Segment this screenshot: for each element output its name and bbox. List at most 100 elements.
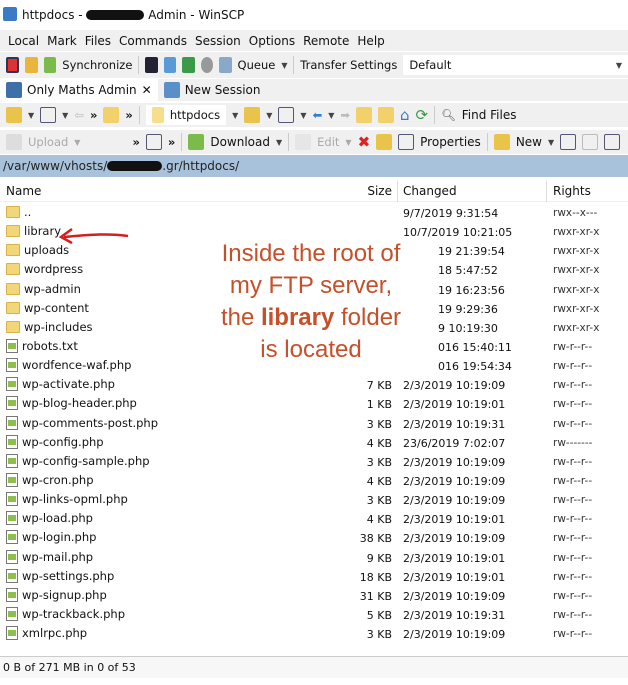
menu-help[interactable]: Help (357, 34, 384, 48)
file-size: 3 KB (366, 417, 392, 431)
new-session-icon (163, 82, 180, 98)
overflow-icon[interactable]: » (168, 135, 175, 149)
menu-mark[interactable]: Mark (47, 34, 77, 48)
chevron-down-icon[interactable]: ▼ (28, 111, 34, 120)
menu-session[interactable]: Session (195, 34, 241, 48)
overflow-icon[interactable]: » (132, 135, 139, 149)
column-size[interactable]: Size (367, 184, 392, 198)
monitor-icon (6, 82, 22, 98)
column-rights[interactable]: Rights (553, 184, 591, 198)
open-folder-icon[interactable] (6, 107, 22, 123)
transfer-settings-select[interactable]: Default ▼ (403, 55, 628, 75)
synchronize-icon[interactable] (43, 57, 57, 73)
upload-button[interactable]: Upload (28, 135, 68, 149)
file-icon (6, 415, 18, 430)
menu-remote[interactable]: Remote (303, 34, 349, 48)
file-size: 3 KB (366, 628, 392, 642)
chevron-down-icon[interactable]: ▼ (328, 111, 334, 120)
file-row[interactable]: wp-activate.php 7 KB 2/3/2019 10:19:09 r… (0, 377, 628, 396)
file-row[interactable]: wp-login.php 38 KB 2/3/2019 10:19:09 rw-… (0, 530, 628, 549)
synchronize-button[interactable]: Synchronize (62, 58, 132, 72)
tab-new-session[interactable]: New Session (158, 79, 267, 101)
chevron-down-icon[interactable]: ▼ (345, 138, 351, 147)
menu-local[interactable]: Local (8, 34, 39, 48)
forward-icon[interactable]: ➡ (340, 108, 350, 122)
chevron-down-icon[interactable]: ▼ (266, 111, 272, 120)
file-row[interactable]: wp-load.php 4 KB 2/3/2019 10:19:01 rw-r-… (0, 511, 628, 530)
filter-icon[interactable] (604, 134, 621, 150)
delete-icon[interactable]: ✖ (358, 133, 371, 151)
synchronize-browse-icon[interactable] (25, 57, 38, 73)
plus-icon[interactable] (145, 134, 162, 150)
close-icon[interactable]: ✕ (142, 83, 152, 97)
file-rights: rwxr-xr-x (553, 245, 600, 258)
file-row[interactable]: wp-links-opml.php 3 KB 2/3/2019 10:19:09… (0, 492, 628, 511)
menu-commands[interactable]: Commands (119, 34, 187, 48)
file-row[interactable]: wp-cron.php 4 KB 2/3/2019 10:19:09 rw-r-… (0, 472, 628, 492)
file-name: xmlrpc.php (22, 626, 88, 641)
overflow-icon[interactable]: » (125, 108, 132, 122)
file-row[interactable]: wp-settings.php 18 KB 2/3/2019 10:19:01 … (0, 568, 628, 588)
find-files-button[interactable]: Find Files (462, 108, 517, 122)
parent-dir-icon[interactable] (356, 107, 372, 123)
chevron-down-icon[interactable]: ▼ (548, 138, 554, 147)
column-name[interactable]: Name (6, 184, 41, 198)
file-row[interactable]: wp-signup.php 31 KB 2/3/2019 10:19:09 rw… (0, 587, 628, 607)
file-row[interactable]: wp-blog-header.php 1 KB 2/3/2019 10:19:0… (0, 396, 628, 415)
file-row[interactable]: wp-mail.php 9 KB 2/3/2019 10:19:01 rw-r-… (0, 549, 628, 569)
file-row[interactable]: xmlrpc.php 3 KB 2/3/2019 10:19:09 rw-r--… (0, 626, 628, 645)
console-icon[interactable] (145, 57, 158, 73)
chevron-down-icon[interactable]: ▼ (276, 138, 282, 147)
menu-options[interactable]: Options (249, 34, 295, 48)
filter-icon[interactable] (40, 107, 57, 123)
file-name-cell: wp-includes (6, 320, 93, 334)
remote-path-bar[interactable]: /var/www/vhosts/ .gr/httpdocs/ (0, 155, 628, 177)
rename-icon[interactable] (376, 134, 393, 150)
tab-only-maths-admin[interactable]: Only Maths Admin ✕ (0, 79, 158, 101)
file-name-cell: xmlrpc.php (6, 626, 88, 641)
gear-icon[interactable] (200, 57, 214, 73)
overflow-icon[interactable]: » (90, 108, 97, 122)
file-rights: rwxr-xr-x (553, 226, 600, 239)
file-row[interactable]: wp-config-sample.php 3 KB 2/3/2019 10:19… (0, 453, 628, 473)
refresh-icon[interactable] (182, 57, 195, 73)
parent-dir-icon[interactable] (103, 107, 120, 123)
file-row[interactable]: wp-trackback.php 5 KB 2/3/2019 10:19:31 … (0, 606, 628, 626)
file-row[interactable]: wp-comments-post.php 3 KB 2/3/2019 10:19… (0, 415, 628, 435)
new-button[interactable]: New (516, 135, 542, 149)
plus-icon[interactable] (560, 134, 577, 150)
chevron-down-icon[interactable]: ▼ (281, 61, 287, 70)
separator (293, 56, 295, 74)
main-toolbar: Synchronize Queue ▼ Transfer Settings Def… (0, 52, 628, 78)
edit-button[interactable]: Edit (317, 135, 339, 149)
root-dir-icon[interactable] (378, 107, 394, 123)
chevron-down-icon[interactable]: ▼ (62, 111, 68, 120)
back-icon[interactable]: ⇦ (74, 108, 84, 122)
upload-icon (6, 134, 22, 150)
file-size: 31 KB (359, 589, 392, 603)
compare-icon[interactable] (6, 57, 20, 73)
download-button[interactable]: Download (210, 135, 270, 149)
queue-icon (219, 57, 232, 73)
column-changed[interactable]: Changed (403, 184, 457, 198)
file-row[interactable]: .. 9/7/2019 9:31:54 rwx--x--- (0, 205, 628, 224)
title-bar: httpdocs - Admin - WinSCP (0, 0, 628, 30)
refresh-icon[interactable]: ⟳ (416, 106, 429, 124)
file-row[interactable]: wp-config.php 4 KB 23/6/2019 7:02:07 rw-… (0, 434, 628, 454)
back-icon[interactable]: ⬅ (313, 108, 323, 122)
minus-icon[interactable] (582, 134, 599, 150)
chevron-down-icon[interactable]: ▼ (232, 111, 238, 120)
putty-icon[interactable] (163, 57, 177, 73)
file-name: wp-content (24, 300, 89, 315)
open-folder-icon[interactable] (244, 107, 261, 123)
home-icon[interactable]: ⌂ (400, 106, 410, 124)
remote-folder-select[interactable]: httpdocs (145, 105, 227, 125)
properties-button[interactable]: Properties (420, 135, 481, 149)
menu-files[interactable]: Files (85, 34, 111, 48)
annotation-text-part: folder (334, 304, 402, 331)
filter-icon[interactable] (278, 107, 295, 123)
file-rights: rw-r--r-- (553, 513, 593, 526)
queue-button[interactable]: Queue (238, 58, 276, 72)
chevron-down-icon[interactable]: ▼ (74, 138, 80, 147)
chevron-down-icon[interactable]: ▼ (300, 111, 306, 120)
